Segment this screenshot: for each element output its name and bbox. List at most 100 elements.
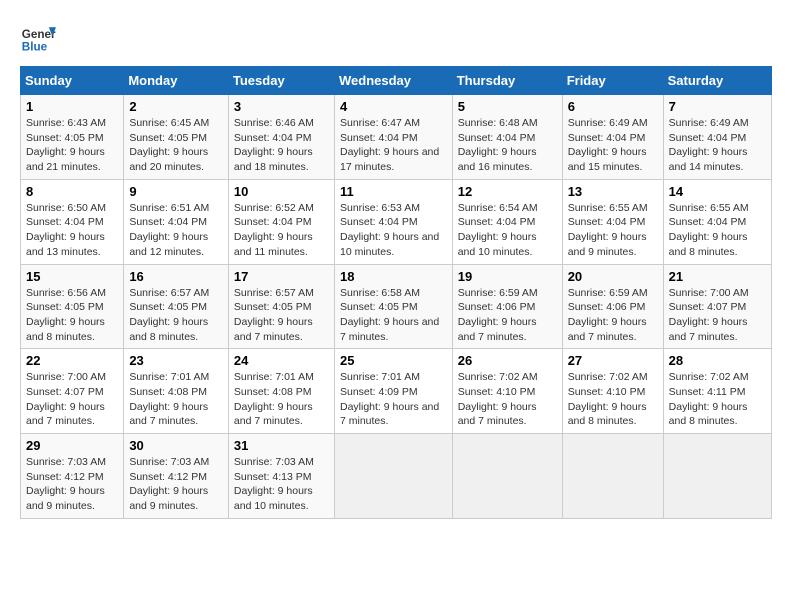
calendar-day-cell: 15 Sunrise: 6:56 AMSunset: 4:05 PMDaylig… [21,264,124,349]
day-info: Sunrise: 7:03 AMSunset: 4:12 PMDaylight:… [26,456,106,512]
day-info: Sunrise: 6:59 AMSunset: 4:06 PMDaylight:… [458,287,538,343]
day-number: 13 [568,184,658,199]
day-number: 4 [340,99,447,114]
calendar-day-cell: 20 Sunrise: 6:59 AMSunset: 4:06 PMDaylig… [562,264,663,349]
calendar-day-cell: 27 Sunrise: 7:02 AMSunset: 4:10 PMDaylig… [562,349,663,434]
calendar-day-cell: 4 Sunrise: 6:47 AMSunset: 4:04 PMDayligh… [334,95,452,180]
calendar-week-row: 22 Sunrise: 7:00 AMSunset: 4:07 PMDaylig… [21,349,772,434]
day-info: Sunrise: 7:00 AMSunset: 4:07 PMDaylight:… [26,371,106,427]
calendar-day-cell: 13 Sunrise: 6:55 AMSunset: 4:04 PMDaylig… [562,179,663,264]
calendar-day-cell: 11 Sunrise: 6:53 AMSunset: 4:04 PMDaylig… [334,179,452,264]
day-info: Sunrise: 6:58 AMSunset: 4:05 PMDaylight:… [340,287,439,343]
calendar-day-cell: 24 Sunrise: 7:01 AMSunset: 4:08 PMDaylig… [228,349,334,434]
day-number: 31 [234,438,329,453]
day-number: 22 [26,353,118,368]
day-number: 26 [458,353,557,368]
calendar-day-cell: 1 Sunrise: 6:43 AMSunset: 4:05 PMDayligh… [21,95,124,180]
calendar-table: SundayMondayTuesdayWednesdayThursdayFrid… [20,66,772,519]
calendar-day-cell: 16 Sunrise: 6:57 AMSunset: 4:05 PMDaylig… [124,264,229,349]
day-info: Sunrise: 6:45 AMSunset: 4:05 PMDaylight:… [129,117,209,173]
day-number: 30 [129,438,223,453]
day-info: Sunrise: 6:46 AMSunset: 4:04 PMDaylight:… [234,117,314,173]
calendar-day-header: Friday [562,67,663,95]
calendar-header-row: SundayMondayTuesdayWednesdayThursdayFrid… [21,67,772,95]
calendar-day-header: Sunday [21,67,124,95]
day-number: 7 [669,99,766,114]
day-info: Sunrise: 6:49 AMSunset: 4:04 PMDaylight:… [568,117,648,173]
calendar-day-cell: 6 Sunrise: 6:49 AMSunset: 4:04 PMDayligh… [562,95,663,180]
calendar-day-cell: 28 Sunrise: 7:02 AMSunset: 4:11 PMDaylig… [663,349,771,434]
calendar-day-cell: 9 Sunrise: 6:51 AMSunset: 4:04 PMDayligh… [124,179,229,264]
day-info: Sunrise: 6:56 AMSunset: 4:05 PMDaylight:… [26,287,106,343]
calendar-day-header: Saturday [663,67,771,95]
calendar-day-cell: 17 Sunrise: 6:57 AMSunset: 4:05 PMDaylig… [228,264,334,349]
calendar-day-cell: 29 Sunrise: 7:03 AMSunset: 4:12 PMDaylig… [21,434,124,519]
day-info: Sunrise: 6:55 AMSunset: 4:04 PMDaylight:… [568,202,648,258]
calendar-day-header: Thursday [452,67,562,95]
day-number: 18 [340,269,447,284]
calendar-day-cell: 31 Sunrise: 7:03 AMSunset: 4:13 PMDaylig… [228,434,334,519]
logo-icon: General Blue [20,20,56,56]
day-info: Sunrise: 6:47 AMSunset: 4:04 PMDaylight:… [340,117,439,173]
day-number: 5 [458,99,557,114]
calendar-week-row: 8 Sunrise: 6:50 AMSunset: 4:04 PMDayligh… [21,179,772,264]
day-number: 2 [129,99,223,114]
day-number: 14 [669,184,766,199]
calendar-day-cell [663,434,771,519]
day-number: 6 [568,99,658,114]
calendar-day-cell: 22 Sunrise: 7:00 AMSunset: 4:07 PMDaylig… [21,349,124,434]
day-number: 8 [26,184,118,199]
calendar-day-header: Monday [124,67,229,95]
day-info: Sunrise: 6:49 AMSunset: 4:04 PMDaylight:… [669,117,749,173]
day-info: Sunrise: 7:01 AMSunset: 4:08 PMDaylight:… [129,371,209,427]
day-number: 11 [340,184,447,199]
day-info: Sunrise: 7:01 AMSunset: 4:09 PMDaylight:… [340,371,439,427]
day-number: 16 [129,269,223,284]
day-number: 1 [26,99,118,114]
calendar-day-cell [452,434,562,519]
day-info: Sunrise: 7:01 AMSunset: 4:08 PMDaylight:… [234,371,314,427]
day-number: 10 [234,184,329,199]
day-info: Sunrise: 6:48 AMSunset: 4:04 PMDaylight:… [458,117,538,173]
day-number: 3 [234,99,329,114]
day-number: 15 [26,269,118,284]
day-info: Sunrise: 6:57 AMSunset: 4:05 PMDaylight:… [129,287,209,343]
day-number: 23 [129,353,223,368]
day-number: 25 [340,353,447,368]
day-info: Sunrise: 6:50 AMSunset: 4:04 PMDaylight:… [26,202,106,258]
day-info: Sunrise: 6:57 AMSunset: 4:05 PMDaylight:… [234,287,314,343]
calendar-week-row: 15 Sunrise: 6:56 AMSunset: 4:05 PMDaylig… [21,264,772,349]
day-number: 24 [234,353,329,368]
day-number: 27 [568,353,658,368]
day-info: Sunrise: 6:54 AMSunset: 4:04 PMDaylight:… [458,202,538,258]
calendar-day-cell: 25 Sunrise: 7:01 AMSunset: 4:09 PMDaylig… [334,349,452,434]
day-number: 19 [458,269,557,284]
day-number: 29 [26,438,118,453]
calendar-day-cell: 2 Sunrise: 6:45 AMSunset: 4:05 PMDayligh… [124,95,229,180]
day-number: 20 [568,269,658,284]
day-number: 12 [458,184,557,199]
day-info: Sunrise: 7:03 AMSunset: 4:12 PMDaylight:… [129,456,209,512]
calendar-day-cell [562,434,663,519]
calendar-day-cell: 21 Sunrise: 7:00 AMSunset: 4:07 PMDaylig… [663,264,771,349]
day-number: 28 [669,353,766,368]
calendar-day-header: Wednesday [334,67,452,95]
calendar-day-cell: 30 Sunrise: 7:03 AMSunset: 4:12 PMDaylig… [124,434,229,519]
page-header: General Blue [20,20,772,56]
calendar-day-cell: 12 Sunrise: 6:54 AMSunset: 4:04 PMDaylig… [452,179,562,264]
calendar-day-header: Tuesday [228,67,334,95]
calendar-day-cell: 23 Sunrise: 7:01 AMSunset: 4:08 PMDaylig… [124,349,229,434]
day-info: Sunrise: 6:53 AMSunset: 4:04 PMDaylight:… [340,202,439,258]
day-info: Sunrise: 7:02 AMSunset: 4:10 PMDaylight:… [568,371,648,427]
calendar-day-cell: 10 Sunrise: 6:52 AMSunset: 4:04 PMDaylig… [228,179,334,264]
calendar-day-cell: 19 Sunrise: 6:59 AMSunset: 4:06 PMDaylig… [452,264,562,349]
calendar-day-cell: 18 Sunrise: 6:58 AMSunset: 4:05 PMDaylig… [334,264,452,349]
day-info: Sunrise: 7:02 AMSunset: 4:11 PMDaylight:… [669,371,749,427]
svg-text:Blue: Blue [22,41,48,54]
calendar-day-cell: 26 Sunrise: 7:02 AMSunset: 4:10 PMDaylig… [452,349,562,434]
day-info: Sunrise: 6:51 AMSunset: 4:04 PMDaylight:… [129,202,209,258]
calendar-day-cell: 7 Sunrise: 6:49 AMSunset: 4:04 PMDayligh… [663,95,771,180]
day-number: 17 [234,269,329,284]
calendar-day-cell: 14 Sunrise: 6:55 AMSunset: 4:04 PMDaylig… [663,179,771,264]
calendar-day-cell [334,434,452,519]
